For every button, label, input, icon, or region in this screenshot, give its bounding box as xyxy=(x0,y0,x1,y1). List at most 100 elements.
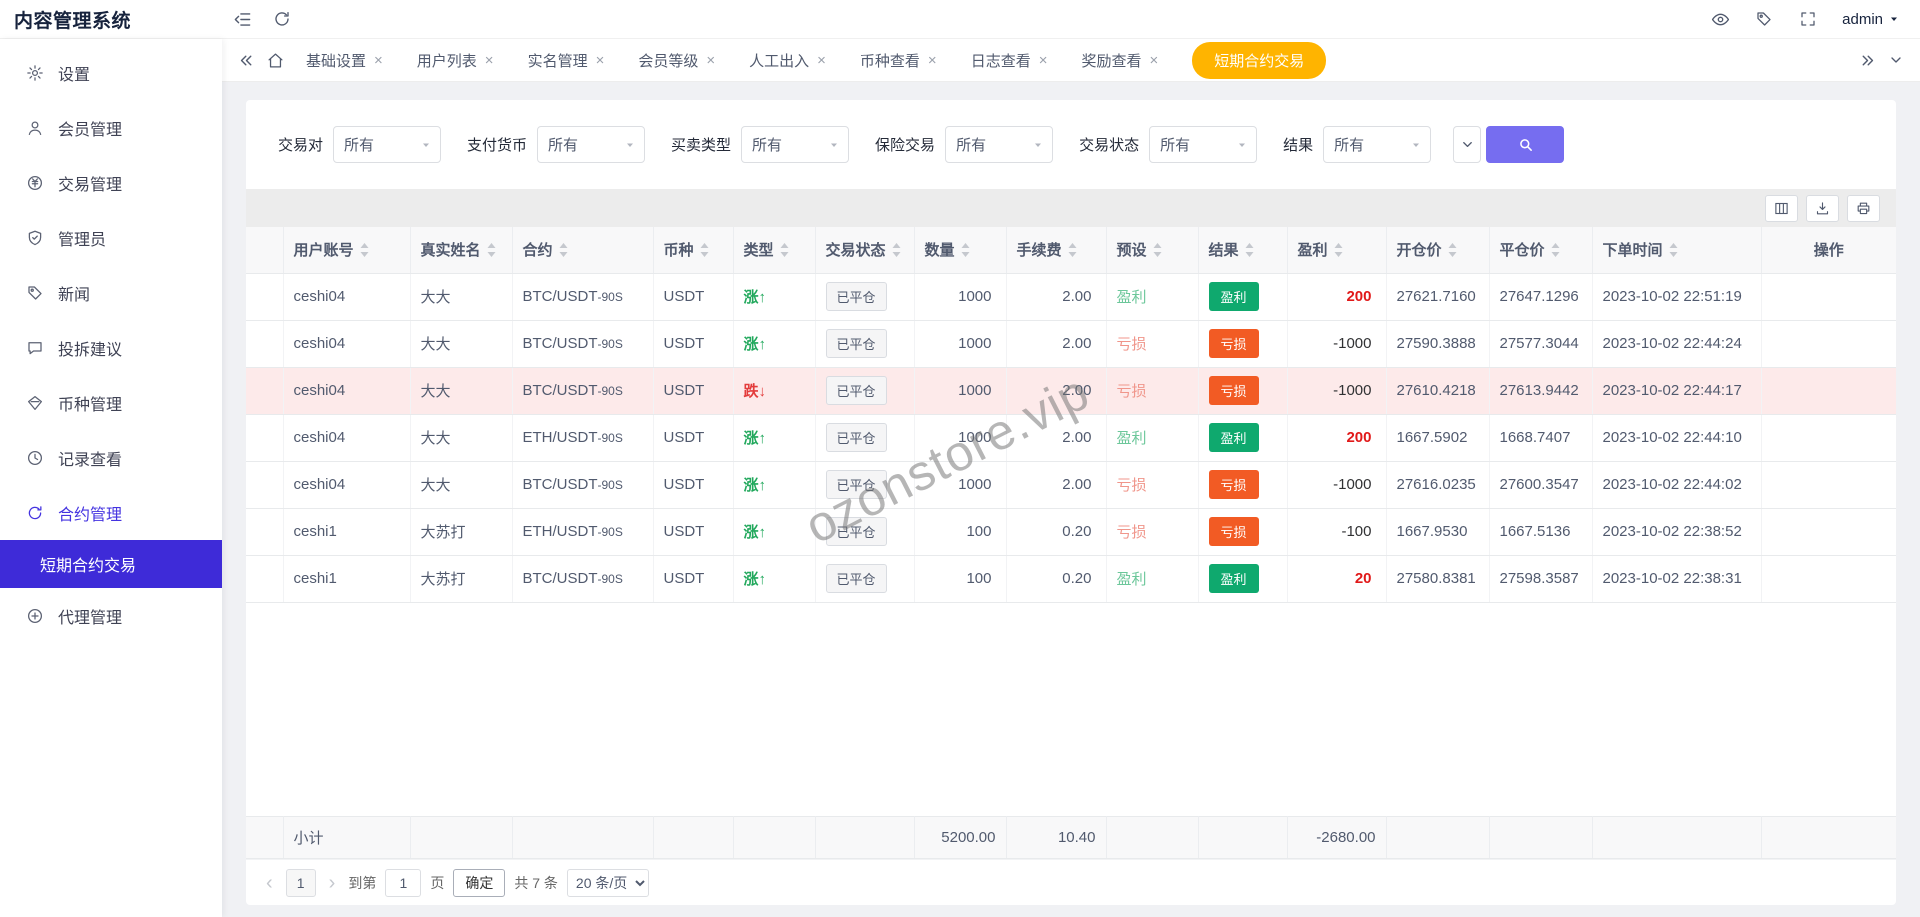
currency-icon xyxy=(26,394,44,412)
col-header-contract[interactable]: 合约 xyxy=(512,227,653,273)
filter-select-result[interactable]: 所有 xyxy=(1323,126,1431,163)
print-icon[interactable] xyxy=(1847,195,1880,222)
collapse-sidebar-icon[interactable] xyxy=(222,0,262,38)
col-header-type[interactable]: 类型 xyxy=(733,227,815,273)
tabs-menu-icon[interactable] xyxy=(1888,52,1904,68)
tab-item-2[interactable]: 实名管理× xyxy=(528,50,605,71)
table-header-row: 用户账号真实姓名合约币种类型交易状态数量手续费预设结果盈利开仓价平仓价下单时间操… xyxy=(246,227,1896,273)
tab-item-1[interactable]: 用户列表× xyxy=(417,50,494,71)
sidebar-item-short-term-contract[interactable]: 短期合约交易 xyxy=(0,540,222,588)
cell-order-time: 2023-10-02 22:51:19 xyxy=(1592,273,1761,320)
tab-label: 基础设置 xyxy=(306,50,366,71)
tabs-scroll-right-icon[interactable] xyxy=(1859,52,1876,69)
next-page-icon[interactable]: › xyxy=(325,873,340,893)
filter-select-pay-currency[interactable]: 所有 xyxy=(537,126,645,163)
eye-icon[interactable] xyxy=(1700,0,1740,38)
cell-type: 涨↑ xyxy=(733,414,815,461)
col-header-close-price[interactable]: 平仓价 xyxy=(1489,227,1592,273)
tab-label: 会员等级 xyxy=(638,50,698,71)
col-header-quantity[interactable]: 数量 xyxy=(914,227,1006,273)
preset-label: 盈利 xyxy=(1117,430,1147,447)
table-row: ceshi1大苏打BTC/USDT-90SUSDT涨↑已平仓1000.20盈利盈… xyxy=(246,555,1896,602)
home-icon[interactable] xyxy=(267,52,284,69)
filter-select-trading-pair[interactable]: 所有 xyxy=(333,126,441,163)
sidebar-item-transactions[interactable]: 交易管理 xyxy=(0,155,222,210)
result-badge: 亏损 xyxy=(1209,470,1259,499)
page-size-select[interactable]: 20 条/页 xyxy=(567,869,649,897)
tab-item-active[interactable]: 短期合约交易 xyxy=(1192,42,1326,79)
col-header-open-price[interactable]: 开仓价 xyxy=(1386,227,1489,273)
sidebar-item-admins[interactable]: 管理员 xyxy=(0,210,222,265)
col-header-order-time[interactable]: 下单时间 xyxy=(1592,227,1761,273)
sidebar-item-records[interactable]: 记录查看 xyxy=(0,430,222,485)
search-button[interactable] xyxy=(1486,126,1564,163)
cell-result: 盈利 xyxy=(1198,273,1287,320)
tab-close-icon[interactable]: × xyxy=(928,53,937,68)
contract-period: -90S xyxy=(598,290,623,304)
tab-item-4[interactable]: 人工出入× xyxy=(749,50,826,71)
filter-select-insurance[interactable]: 所有 xyxy=(945,126,1053,163)
sidebar-item-members[interactable]: 会员管理 xyxy=(0,100,222,155)
filter-select-trade-status[interactable]: 所有 xyxy=(1149,126,1257,163)
sidebar-item-settings[interactable]: 设置 xyxy=(0,45,222,100)
prev-page-icon[interactable]: ‹ xyxy=(262,873,277,893)
goto-page-input[interactable] xyxy=(385,869,421,897)
cell-coin: USDT xyxy=(653,555,733,602)
goto-page-suffix: 页 xyxy=(430,873,444,893)
cell-result: 盈利 xyxy=(1198,414,1287,461)
cell-order-time: 2023-10-02 22:44:17 xyxy=(1592,367,1761,414)
sidebar-item-contracts[interactable]: 合约管理 xyxy=(0,485,222,540)
tab-item-5[interactable]: 币种查看× xyxy=(860,50,937,71)
cell-close-price: 27600.3547 xyxy=(1489,461,1592,508)
tab-item-3[interactable]: 会员等级 × xyxy=(638,50,715,71)
refresh-icon[interactable] xyxy=(262,0,302,38)
goto-confirm-button[interactable]: 确定 xyxy=(453,869,505,897)
cell-fee: 2.00 xyxy=(1006,461,1106,508)
tab-item-6[interactable]: 日志查看× xyxy=(971,50,1048,71)
sort-icon xyxy=(360,243,369,257)
profit-value: -1000 xyxy=(1333,476,1371,493)
export-icon[interactable] xyxy=(1806,195,1839,222)
tab-close-icon[interactable]: × xyxy=(596,53,605,68)
sidebar-item-agents[interactable]: 代理管理 xyxy=(0,588,222,643)
cell-action xyxy=(1761,320,1896,367)
tabs-scroll-left-icon[interactable] xyxy=(238,52,255,69)
col-header-real-name[interactable]: 真实姓名 xyxy=(410,227,512,273)
col-header-fee[interactable]: 手续费 xyxy=(1006,227,1106,273)
columns-icon[interactable] xyxy=(1765,195,1798,222)
sidebar-item-label: 币种管理 xyxy=(58,391,122,415)
sidebar-item-feedback[interactable]: 投拆建议 xyxy=(0,320,222,375)
col-header-profit[interactable]: 盈利 xyxy=(1287,227,1386,273)
tab-item-7[interactable]: 奖励查看× xyxy=(1081,50,1158,71)
filter-select-trade-type[interactable]: 所有 xyxy=(741,126,849,163)
tab-close-icon[interactable]: × xyxy=(374,53,383,68)
current-page-button[interactable]: 1 xyxy=(286,869,316,897)
cell-type: 涨↑ xyxy=(733,508,815,555)
tab-close-icon[interactable]: × xyxy=(1039,53,1048,68)
col-header-label: 平仓价 xyxy=(1500,239,1545,260)
tab-close-icon[interactable]: × xyxy=(706,53,715,68)
col-header-coin[interactable]: 币种 xyxy=(653,227,733,273)
col-header-label: 类型 xyxy=(744,239,774,260)
type-up-label: 涨↑ xyxy=(744,289,767,306)
col-header-preset[interactable]: 预设 xyxy=(1106,227,1198,273)
cell-order-time: 2023-10-02 22:44:02 xyxy=(1592,461,1761,508)
fullscreen-icon[interactable] xyxy=(1788,0,1828,38)
cell-close-price: 27613.9442 xyxy=(1489,367,1592,414)
col-header-result[interactable]: 结果 xyxy=(1198,227,1287,273)
type-up-label: 涨↑ xyxy=(744,524,767,541)
tab-close-icon[interactable]: × xyxy=(485,53,494,68)
cell-action xyxy=(1761,508,1896,555)
sidebar-item-currency[interactable]: 币种管理 xyxy=(0,375,222,430)
tab-close-icon[interactable]: × xyxy=(1149,53,1158,68)
profit-value: 20 xyxy=(1355,570,1372,587)
sidebar-item-news[interactable]: 新闻 xyxy=(0,265,222,320)
user-dropdown[interactable]: admin xyxy=(1842,11,1900,28)
col-header-account[interactable]: 用户账号 xyxy=(283,227,410,273)
tab-close-icon[interactable]: × xyxy=(817,53,826,68)
tag-icon[interactable] xyxy=(1744,0,1784,38)
tab-item-0[interactable]: 基础设置 × xyxy=(306,50,383,71)
cell-coin: USDT xyxy=(653,508,733,555)
col-header-status[interactable]: 交易状态 xyxy=(815,227,914,273)
filter-expand-button[interactable] xyxy=(1453,126,1481,163)
